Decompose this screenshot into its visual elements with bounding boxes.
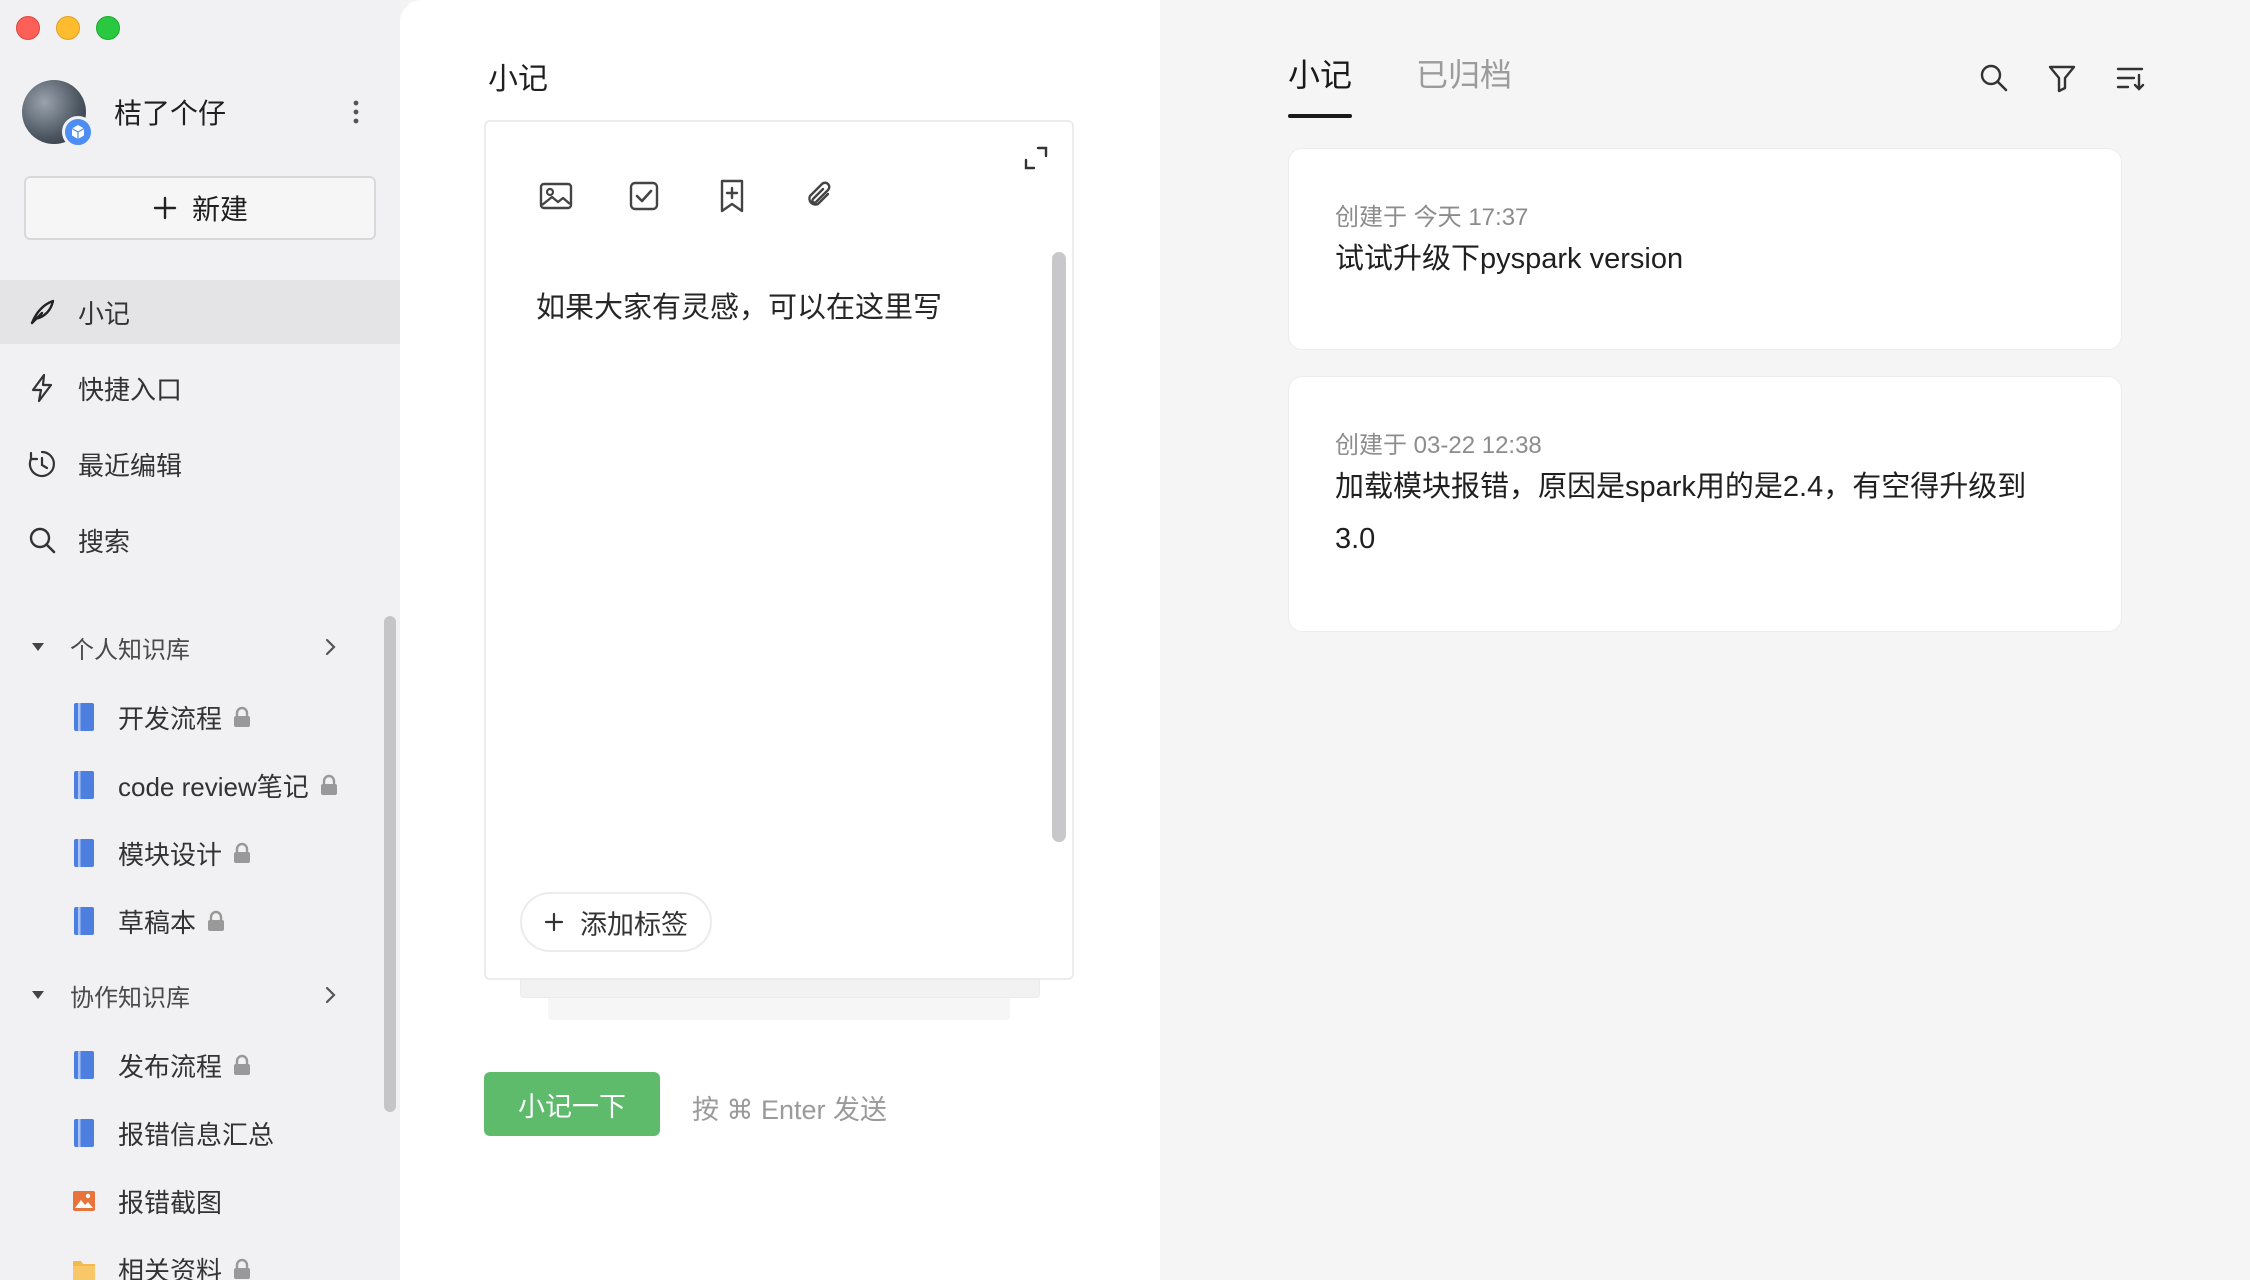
- checkbox-icon[interactable]: [626, 178, 662, 214]
- sidebar-item-label: 小记: [78, 298, 131, 329]
- plus-icon: [544, 912, 564, 932]
- sort-icon[interactable]: [2114, 62, 2146, 94]
- book-icon: [74, 1051, 94, 1079]
- chevron-right-icon[interactable]: [320, 637, 340, 657]
- note-text: 加载模块报错，原因是spark用的是2.4，有空得升级到3.0: [1335, 471, 2027, 555]
- kb-item-label: 草稿本: [118, 907, 197, 938]
- sidebar-item-search[interactable]: 搜索: [0, 508, 400, 572]
- plus-icon: [153, 196, 177, 220]
- chevron-right-icon[interactable]: [320, 985, 340, 1005]
- sidebar-item-label: 快捷入口: [78, 374, 183, 405]
- lightning-icon: [31, 373, 53, 403]
- add-tag-button[interactable]: 添加标签: [520, 892, 712, 952]
- clock-icon: [28, 450, 55, 478]
- kb-item-dev-process[interactable]: 开发流程: [72, 694, 252, 740]
- image-icon[interactable]: [538, 178, 574, 214]
- shortcut-hint: 按 ⌘ Enter 发送: [692, 1095, 888, 1125]
- kb-item-error-screenshots[interactable]: 报错截图: [72, 1178, 222, 1224]
- kb-item-label: 报错截图: [118, 1187, 223, 1218]
- more-vertical-icon[interactable]: [344, 96, 368, 128]
- kb-item-error-summary[interactable]: 报错信息汇总: [72, 1110, 274, 1156]
- filter-icon[interactable]: [2046, 62, 2078, 94]
- feather-icon: [30, 299, 55, 325]
- page-title: 小记: [488, 63, 548, 96]
- window-controls: [16, 16, 120, 40]
- new-button-label: 新建: [191, 194, 248, 225]
- search-icon: [29, 527, 56, 554]
- sidebar-scrollbar[interactable]: [384, 616, 396, 1112]
- sidebar-item-shortcuts[interactable]: 快捷入口: [0, 356, 400, 420]
- lock-icon: [234, 1054, 251, 1075]
- bookmark-add-icon[interactable]: [714, 178, 750, 214]
- book-icon: [74, 907, 94, 935]
- search-icon[interactable]: [1978, 62, 2010, 94]
- close-window-button[interactable]: [16, 16, 40, 40]
- image-gallery-icon: [73, 1191, 95, 1211]
- sidebar-item-recent[interactable]: 最近编辑: [0, 432, 400, 496]
- kb-item-label: 报错信息汇总: [118, 1119, 275, 1150]
- paperclip-icon[interactable]: [802, 178, 838, 214]
- list-toolbar: [1978, 62, 2146, 94]
- maximize-window-button[interactable]: [96, 16, 120, 40]
- expand-icon[interactable]: [1022, 144, 1050, 172]
- note-editor[interactable]: 如果大家有灵感，可以在这里写 添加标签: [484, 120, 1074, 980]
- tab-notes[interactable]: 小记: [1288, 50, 1353, 118]
- user-profile[interactable]: 桔了个仔: [22, 78, 382, 148]
- kb-item-label: 相关资料: [118, 1255, 223, 1280]
- lock-icon: [320, 774, 337, 795]
- note-text: 试试升级下pyspark version: [1335, 243, 1684, 275]
- lock-icon: [208, 910, 225, 931]
- kb-item-label: 开发流程: [118, 703, 223, 734]
- avatar[interactable]: [22, 80, 94, 148]
- kb-item-code-review[interactable]: code review笔记: [72, 762, 339, 808]
- caret-down-icon[interactable]: [30, 639, 46, 655]
- sidebar: 桔了个仔 新建 小记 快捷入口 最近编辑 搜索 个人知识库 开发流程 code …: [0, 0, 400, 1280]
- editor-toolbar: [538, 178, 838, 214]
- note-created-time: 创建于 03-22 12:38: [1335, 432, 1542, 459]
- sidebar-item-notes[interactable]: 小记: [0, 280, 400, 344]
- minimize-window-button[interactable]: [56, 16, 80, 40]
- book-icon: [74, 839, 94, 867]
- submit-note-button[interactable]: 小记一下: [484, 1072, 660, 1136]
- section-collab-kb[interactable]: 协作知识库: [0, 970, 390, 1020]
- section-personal-kb[interactable]: 个人知识库: [0, 622, 390, 672]
- notes-list-panel: 小记 已归档 创建于 今天 17:37 试试升级下pyspark version…: [1160, 0, 2250, 1280]
- add-tag-label: 添加标签: [580, 909, 688, 940]
- app-window: 桔了个仔 新建 小记 快捷入口 最近编辑 搜索 个人知识库 开发流程 code …: [0, 0, 2250, 1280]
- kb-item-module-design[interactable]: 模块设计: [72, 830, 252, 876]
- note-created-time: 创建于 今天 17:37: [1335, 204, 1529, 231]
- lock-icon: [234, 1258, 251, 1279]
- lock-icon: [234, 842, 251, 863]
- tab-archived[interactable]: 已归档: [1416, 50, 1512, 118]
- note-card[interactable]: 创建于 03-22 12:38 加载模块报错，原因是spark用的是2.4，有空…: [1288, 376, 2122, 632]
- section-title: 个人知识库: [70, 636, 190, 664]
- note-editor-panel: 小记 如果大家有灵感，可以在这里写 添加标签 小记一下 按 ⌘ Enter 发送: [400, 0, 1160, 1280]
- kb-item-label: 发布流程: [118, 1051, 223, 1082]
- folder-icon: [73, 1261, 95, 1280]
- user-name: 桔了个仔: [114, 98, 227, 129]
- sidebar-nav: 小记 快捷入口 最近编辑 搜索: [0, 280, 400, 584]
- kb-item-release-process[interactable]: 发布流程: [72, 1042, 252, 1088]
- notes-tabs: 小记 已归档: [1288, 50, 1512, 118]
- sidebar-item-label: 搜索: [78, 526, 131, 557]
- note-card[interactable]: 创建于 今天 17:37 试试升级下pyspark version: [1288, 148, 2122, 350]
- kb-item-label: code review笔记: [118, 771, 309, 802]
- kb-item-drafts[interactable]: 草稿本: [72, 898, 226, 944]
- lock-icon: [234, 706, 251, 727]
- cube-badge-icon: [62, 116, 94, 148]
- kb-item-label: 模块设计: [118, 839, 223, 870]
- section-title: 协作知识库: [70, 984, 190, 1012]
- kb-item-related-materials[interactable]: 相关资料: [72, 1246, 252, 1280]
- editor-scrollbar[interactable]: [1052, 252, 1066, 842]
- book-icon: [74, 703, 94, 731]
- book-icon: [74, 1119, 94, 1147]
- new-button[interactable]: 新建: [24, 176, 376, 240]
- book-icon: [74, 771, 94, 799]
- editor-input[interactable]: 如果大家有灵感，可以在这里写: [536, 284, 942, 326]
- sidebar-item-label: 最近编辑: [78, 450, 183, 481]
- caret-down-icon[interactable]: [30, 987, 46, 1003]
